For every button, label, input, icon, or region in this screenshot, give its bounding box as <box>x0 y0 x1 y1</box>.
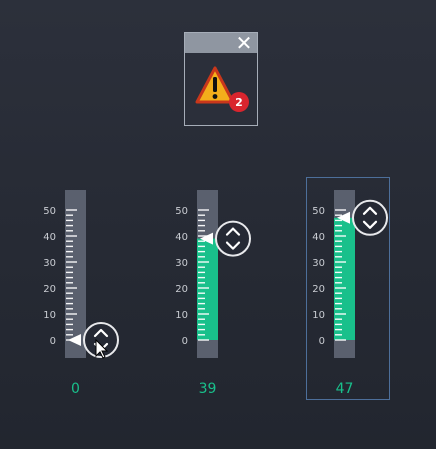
scale-label: 0 <box>50 336 56 347</box>
scale-label: 20 <box>312 284 325 295</box>
knob-circle[interactable] <box>215 220 251 257</box>
alarm-titlebar: ✕ <box>185 33 257 53</box>
scale-label: 50 <box>43 206 56 217</box>
alarm-indicator[interactable]: ✕ 2 <box>184 32 258 126</box>
vertical-slider-1[interactable]: 50 40 30 20 10 0 <box>175 190 251 358</box>
vertical-slider-0[interactable]: 50 40 30 20 10 0 <box>43 190 119 358</box>
scale-label: 0 <box>319 336 325 347</box>
scale-label: 40 <box>312 232 325 243</box>
scale-label: 50 <box>175 206 188 217</box>
scale-label: 0 <box>182 336 188 347</box>
scale-label: 40 <box>175 232 188 243</box>
scale-label: 40 <box>43 232 56 243</box>
scale-label: 20 <box>43 284 56 295</box>
alarm-count-badge: 2 <box>229 92 249 112</box>
slider-value-0: 0 <box>71 381 80 397</box>
scale-label: 30 <box>175 258 188 269</box>
knob-circle[interactable] <box>352 199 388 236</box>
slider-value-2: 47 <box>335 381 354 397</box>
scale-label: 50 <box>312 206 325 217</box>
scale-label: 20 <box>175 284 188 295</box>
scale-label: 10 <box>175 310 188 321</box>
slider-value-1: 39 <box>198 381 217 397</box>
scale-label: 30 <box>43 258 56 269</box>
scale-label: 10 <box>43 310 56 321</box>
alarm-count-text: 2 <box>235 96 243 109</box>
scale-label: 10 <box>312 310 325 321</box>
slider-knob[interactable] <box>352 199 388 236</box>
slider-knob[interactable] <box>215 220 251 257</box>
scale-label: 30 <box>312 258 325 269</box>
close-icon[interactable]: ✕ <box>235 33 253 53</box>
